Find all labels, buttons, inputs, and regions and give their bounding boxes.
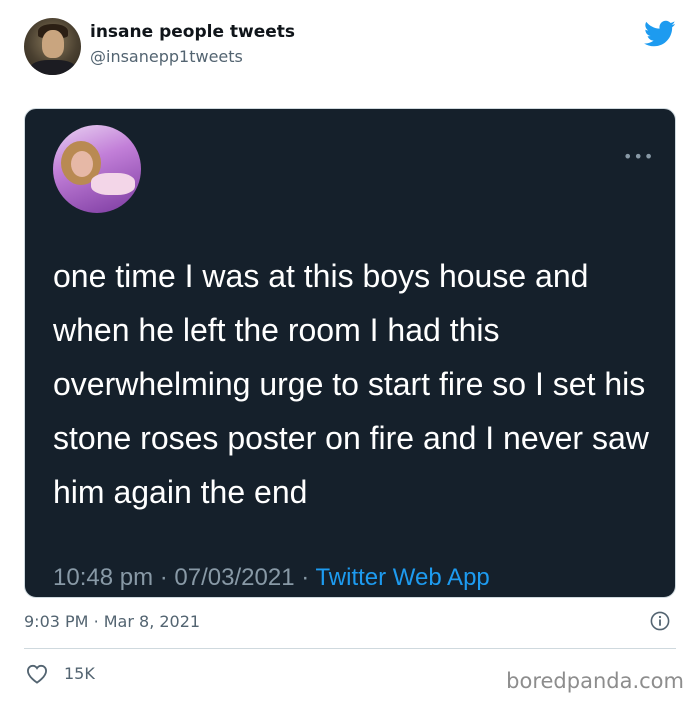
- embedded-tweet-screenshot: ••• one time I was at this boys house an…: [24, 108, 676, 598]
- separator: ·: [301, 564, 310, 591]
- tweet-date: Mar 8, 2021: [103, 612, 201, 631]
- info-icon[interactable]: [650, 611, 670, 631]
- tweet-timestamp[interactable]: 9:03 PM · Mar 8, 2021: [24, 612, 200, 631]
- separator: ·: [93, 612, 99, 631]
- watermark: boredpanda.com: [506, 669, 684, 693]
- divider: [24, 648, 676, 649]
- author-display-name[interactable]: insane people tweets: [90, 22, 295, 42]
- tweet-text: one time I was at this boys house and wh…: [53, 258, 649, 510]
- screenshot-time: 10:48 pm: [53, 564, 154, 591]
- tweet-card: insane people tweets @insanepp1tweets ••…: [0, 0, 700, 703]
- screenshot-source: Twitter Web App: [315, 564, 490, 591]
- screenshot-avatar: [53, 125, 141, 213]
- like-count[interactable]: 15K: [64, 664, 95, 683]
- heart-icon[interactable]: [26, 664, 48, 684]
- more-options-icon: •••: [623, 147, 655, 166]
- twitter-bird-icon[interactable]: [644, 20, 676, 48]
- tweet-time: 9:03 PM: [24, 612, 89, 631]
- screenshot-meta: 10:48 pm · 07/03/2021 · Twitter Web App: [53, 564, 490, 592]
- screenshot-date: 07/03/2021: [174, 564, 295, 591]
- author-handle[interactable]: @insanepp1tweets: [90, 47, 243, 66]
- author-avatar[interactable]: [24, 18, 81, 75]
- separator: ·: [159, 564, 168, 591]
